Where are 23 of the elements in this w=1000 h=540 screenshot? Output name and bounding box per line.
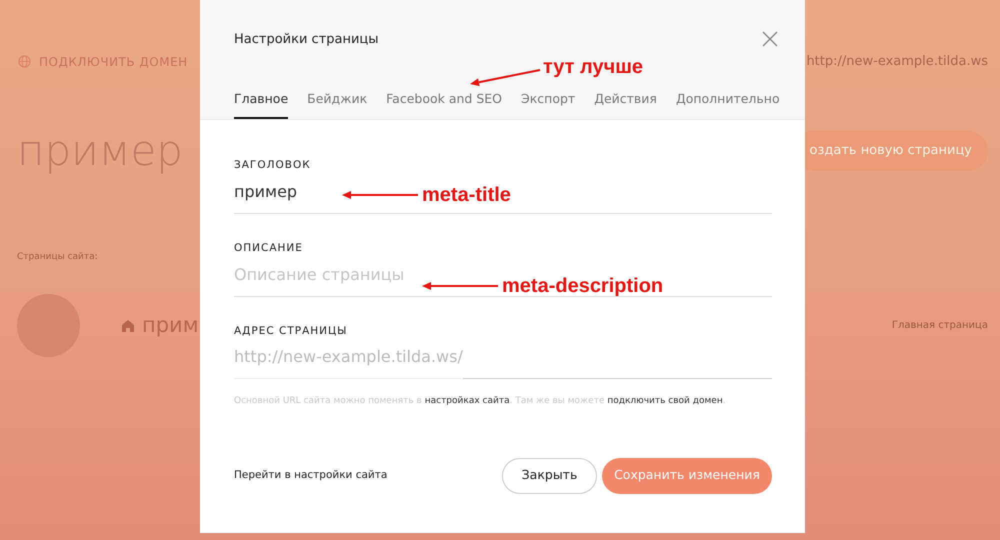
globe-icon xyxy=(18,55,31,68)
field-label: ЗАГОЛОВОК xyxy=(234,158,312,173)
hint-link[interactable]: подключить свой домен xyxy=(607,396,723,406)
annotation-text: meta-title xyxy=(422,185,511,205)
field-label: АДРЕС СТРАНИЦЫ xyxy=(234,324,348,338)
site-address: http://new-example.tilda.ws xyxy=(806,53,988,71)
tab[interactable]: Действия xyxy=(594,90,657,119)
hint-link[interactable]: настройках сайта xyxy=(424,396,510,406)
annotation-text: тут лучше xyxy=(543,57,643,77)
field-label: ОПИСАНИЕ xyxy=(234,240,304,256)
tab[interactable]: Дополнительно xyxy=(676,90,780,119)
page-tag: Главная страница xyxy=(892,318,988,333)
tab[interactable]: Бейджик xyxy=(307,90,368,119)
dialog-title: Настройки страницы xyxy=(234,31,379,49)
annotation-arrow xyxy=(470,69,540,86)
save-button[interactable]: Сохранить изменения xyxy=(602,458,772,494)
tab[interactable]: Facebook and SEO xyxy=(386,90,502,119)
pages-label: Страницы сайта: xyxy=(17,252,98,262)
site-settings-link[interactable]: Перейти в настройки сайта xyxy=(234,468,388,484)
tab[interactable]: Экспорт xyxy=(521,90,576,119)
tab[interactable]: Главное xyxy=(234,90,288,119)
close-dialog-button[interactable]: Закрыть xyxy=(502,458,597,494)
annotation-text: meta-description xyxy=(502,276,664,296)
